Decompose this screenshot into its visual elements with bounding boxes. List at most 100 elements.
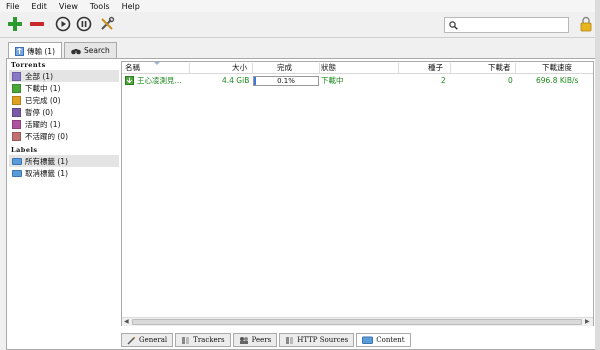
progress-text: 0.1%: [277, 77, 295, 85]
tab-peers[interactable]: Peers: [232, 333, 278, 347]
list-header: 名稱 大小 完成 狀態 種子 下載者 下載速度: [122, 62, 593, 74]
column-separator[interactable]: [450, 63, 451, 73]
sidebar: Torrents 全部 (1) 下載中 (1) 已完成 (0) 暫停 (0) 活…: [9, 61, 119, 331]
pause-icon: [76, 16, 92, 32]
sidebar-item-label: 已完成 (0): [25, 95, 61, 105]
column-separator[interactable]: [189, 63, 190, 73]
sidebar-item-label: 不活躍的 (0): [25, 131, 69, 141]
tab-content[interactable]: Content: [356, 333, 411, 347]
sidebar-item-label: 取消標籤 (1): [25, 168, 69, 178]
column-down-speed[interactable]: 下載速度: [542, 63, 572, 73]
tab-http-sources-label: HTTP Sources: [297, 336, 349, 344]
start-button[interactable]: [54, 15, 72, 33]
start-icon: [55, 16, 71, 32]
inactive-icon: [12, 131, 21, 141]
column-separator[interactable]: [515, 63, 516, 73]
horizontal-scrollbar[interactable]: ◀ ▶: [122, 317, 593, 326]
pause-button[interactable]: [75, 15, 93, 33]
menu-file[interactable]: File: [6, 2, 19, 11]
tab-trackers[interactable]: Trackers: [175, 333, 231, 347]
all-icon: [12, 71, 21, 81]
scroll-right-icon[interactable]: ▶: [585, 318, 590, 325]
menu-view[interactable]: View: [59, 2, 78, 11]
details-tabs: General Trackers Peers HTTP Sources Cont…: [121, 333, 413, 348]
window-edge: [595, 0, 600, 350]
content-icon: [362, 336, 374, 344]
column-name[interactable]: 名稱: [125, 63, 140, 73]
sidebar-item-label: 下載中 (1): [25, 83, 61, 93]
menu-bar: File Edit View Tools Help: [0, 0, 600, 12]
column-status[interactable]: 狀態: [321, 63, 336, 73]
table-row[interactable]: 王心凌測見... 4.4 GiB 0.1% 下載中 2 0 696.8 KiB/…: [122, 75, 593, 87]
remove-torrent-icon: [30, 22, 44, 26]
tab-general[interactable]: General: [121, 333, 174, 347]
column-seeds[interactable]: 種子: [428, 63, 443, 73]
add-torrent-button[interactable]: [6, 15, 24, 33]
sidebar-item-label: 所有標籤 (1): [25, 156, 69, 166]
sidebar-item-downloading[interactable]: 下載中 (1): [9, 82, 119, 94]
scroll-left-icon[interactable]: ◀: [124, 318, 129, 325]
main-tabs: 傳輸 (1) Search: [8, 42, 119, 59]
general-icon: [127, 336, 135, 344]
tab-transfers-label: 傳輸 (1): [27, 46, 56, 56]
remove-torrent-button[interactable]: [28, 15, 46, 33]
torrent-size: 4.4 GiB: [222, 76, 250, 85]
torrents-section-title: Torrents: [11, 61, 46, 69]
sidebar-item-inactive[interactable]: 不活躍的 (0): [9, 130, 119, 142]
torrent-seeds: 2: [441, 76, 446, 85]
sidebar-item-label: 暫停 (0): [25, 107, 54, 117]
column-size[interactable]: 大小: [232, 63, 247, 73]
binoculars-icon: [71, 48, 81, 54]
paused-icon: [12, 107, 21, 117]
http-sources-icon: [286, 336, 294, 344]
torrent-name: 王心凌測見...: [137, 76, 182, 85]
preferences-button[interactable]: [98, 15, 116, 33]
menu-edit[interactable]: Edit: [31, 2, 47, 11]
downloading-status-icon: [125, 76, 134, 85]
folder-icon: [12, 157, 22, 165]
torrent-list: 名稱 大小 完成 狀態 種子 下載者 下載速度 王心凌測見... 4.4 GiB…: [121, 61, 594, 326]
column-separator[interactable]: [319, 63, 320, 73]
menu-tools[interactable]: Tools: [90, 2, 110, 11]
transfers-icon: [15, 46, 24, 56]
scrollbar-thumb[interactable]: [132, 319, 582, 325]
torrent-status: 下載中: [321, 76, 344, 85]
preferences-icon: [101, 16, 115, 30]
sidebar-item-unlabeled[interactable]: 取消標籤 (1): [9, 167, 119, 179]
tab-search-label: Search: [84, 46, 110, 55]
sidebar-item-completed[interactable]: 已完成 (0): [9, 94, 119, 106]
sidebar-item-label: 活躍的 (1): [25, 119, 61, 129]
sidebar-item-paused[interactable]: 暫停 (0): [9, 106, 119, 118]
tab-content-label: Content: [376, 336, 405, 344]
active-icon: [12, 119, 21, 129]
tab-general-label: General: [139, 336, 168, 344]
menu-help[interactable]: Help: [122, 2, 140, 11]
downloading-icon: [12, 83, 21, 93]
sidebar-item-all[interactable]: 全部 (1): [9, 70, 119, 82]
trackers-icon: [182, 336, 190, 344]
toolbar: [0, 12, 600, 38]
column-peers[interactable]: 下載者: [488, 63, 511, 73]
folder-icon: [12, 169, 22, 177]
tab-search[interactable]: Search: [64, 42, 117, 58]
torrent-down-speed: 696.8 KiB/s: [536, 76, 579, 85]
completed-icon: [12, 95, 21, 105]
progress-bar: 0.1%: [253, 76, 319, 86]
tab-transfers[interactable]: 傳輸 (1): [8, 42, 63, 59]
add-torrent-icon: [8, 17, 22, 31]
tab-http-sources[interactable]: HTTP Sources: [279, 333, 355, 347]
search-input[interactable]: [461, 19, 565, 31]
labels-section-title: Labels: [11, 146, 38, 154]
sidebar-item-all-labels[interactable]: 所有標籤 (1): [9, 155, 119, 167]
tab-peers-label: Peers: [251, 336, 272, 344]
search-box[interactable]: [444, 17, 569, 33]
torrent-peers: 0: [508, 76, 513, 85]
search-icon: [449, 21, 458, 30]
column-separator[interactable]: [398, 63, 399, 73]
sidebar-item-active[interactable]: 活躍的 (1): [9, 118, 119, 130]
column-done[interactable]: 完成: [277, 63, 292, 73]
tab-trackers-label: Trackers: [193, 336, 225, 344]
lock-icon[interactable]: [580, 16, 592, 34]
column-separator[interactable]: [252, 63, 253, 73]
sort-arrow-icon: [154, 62, 160, 65]
